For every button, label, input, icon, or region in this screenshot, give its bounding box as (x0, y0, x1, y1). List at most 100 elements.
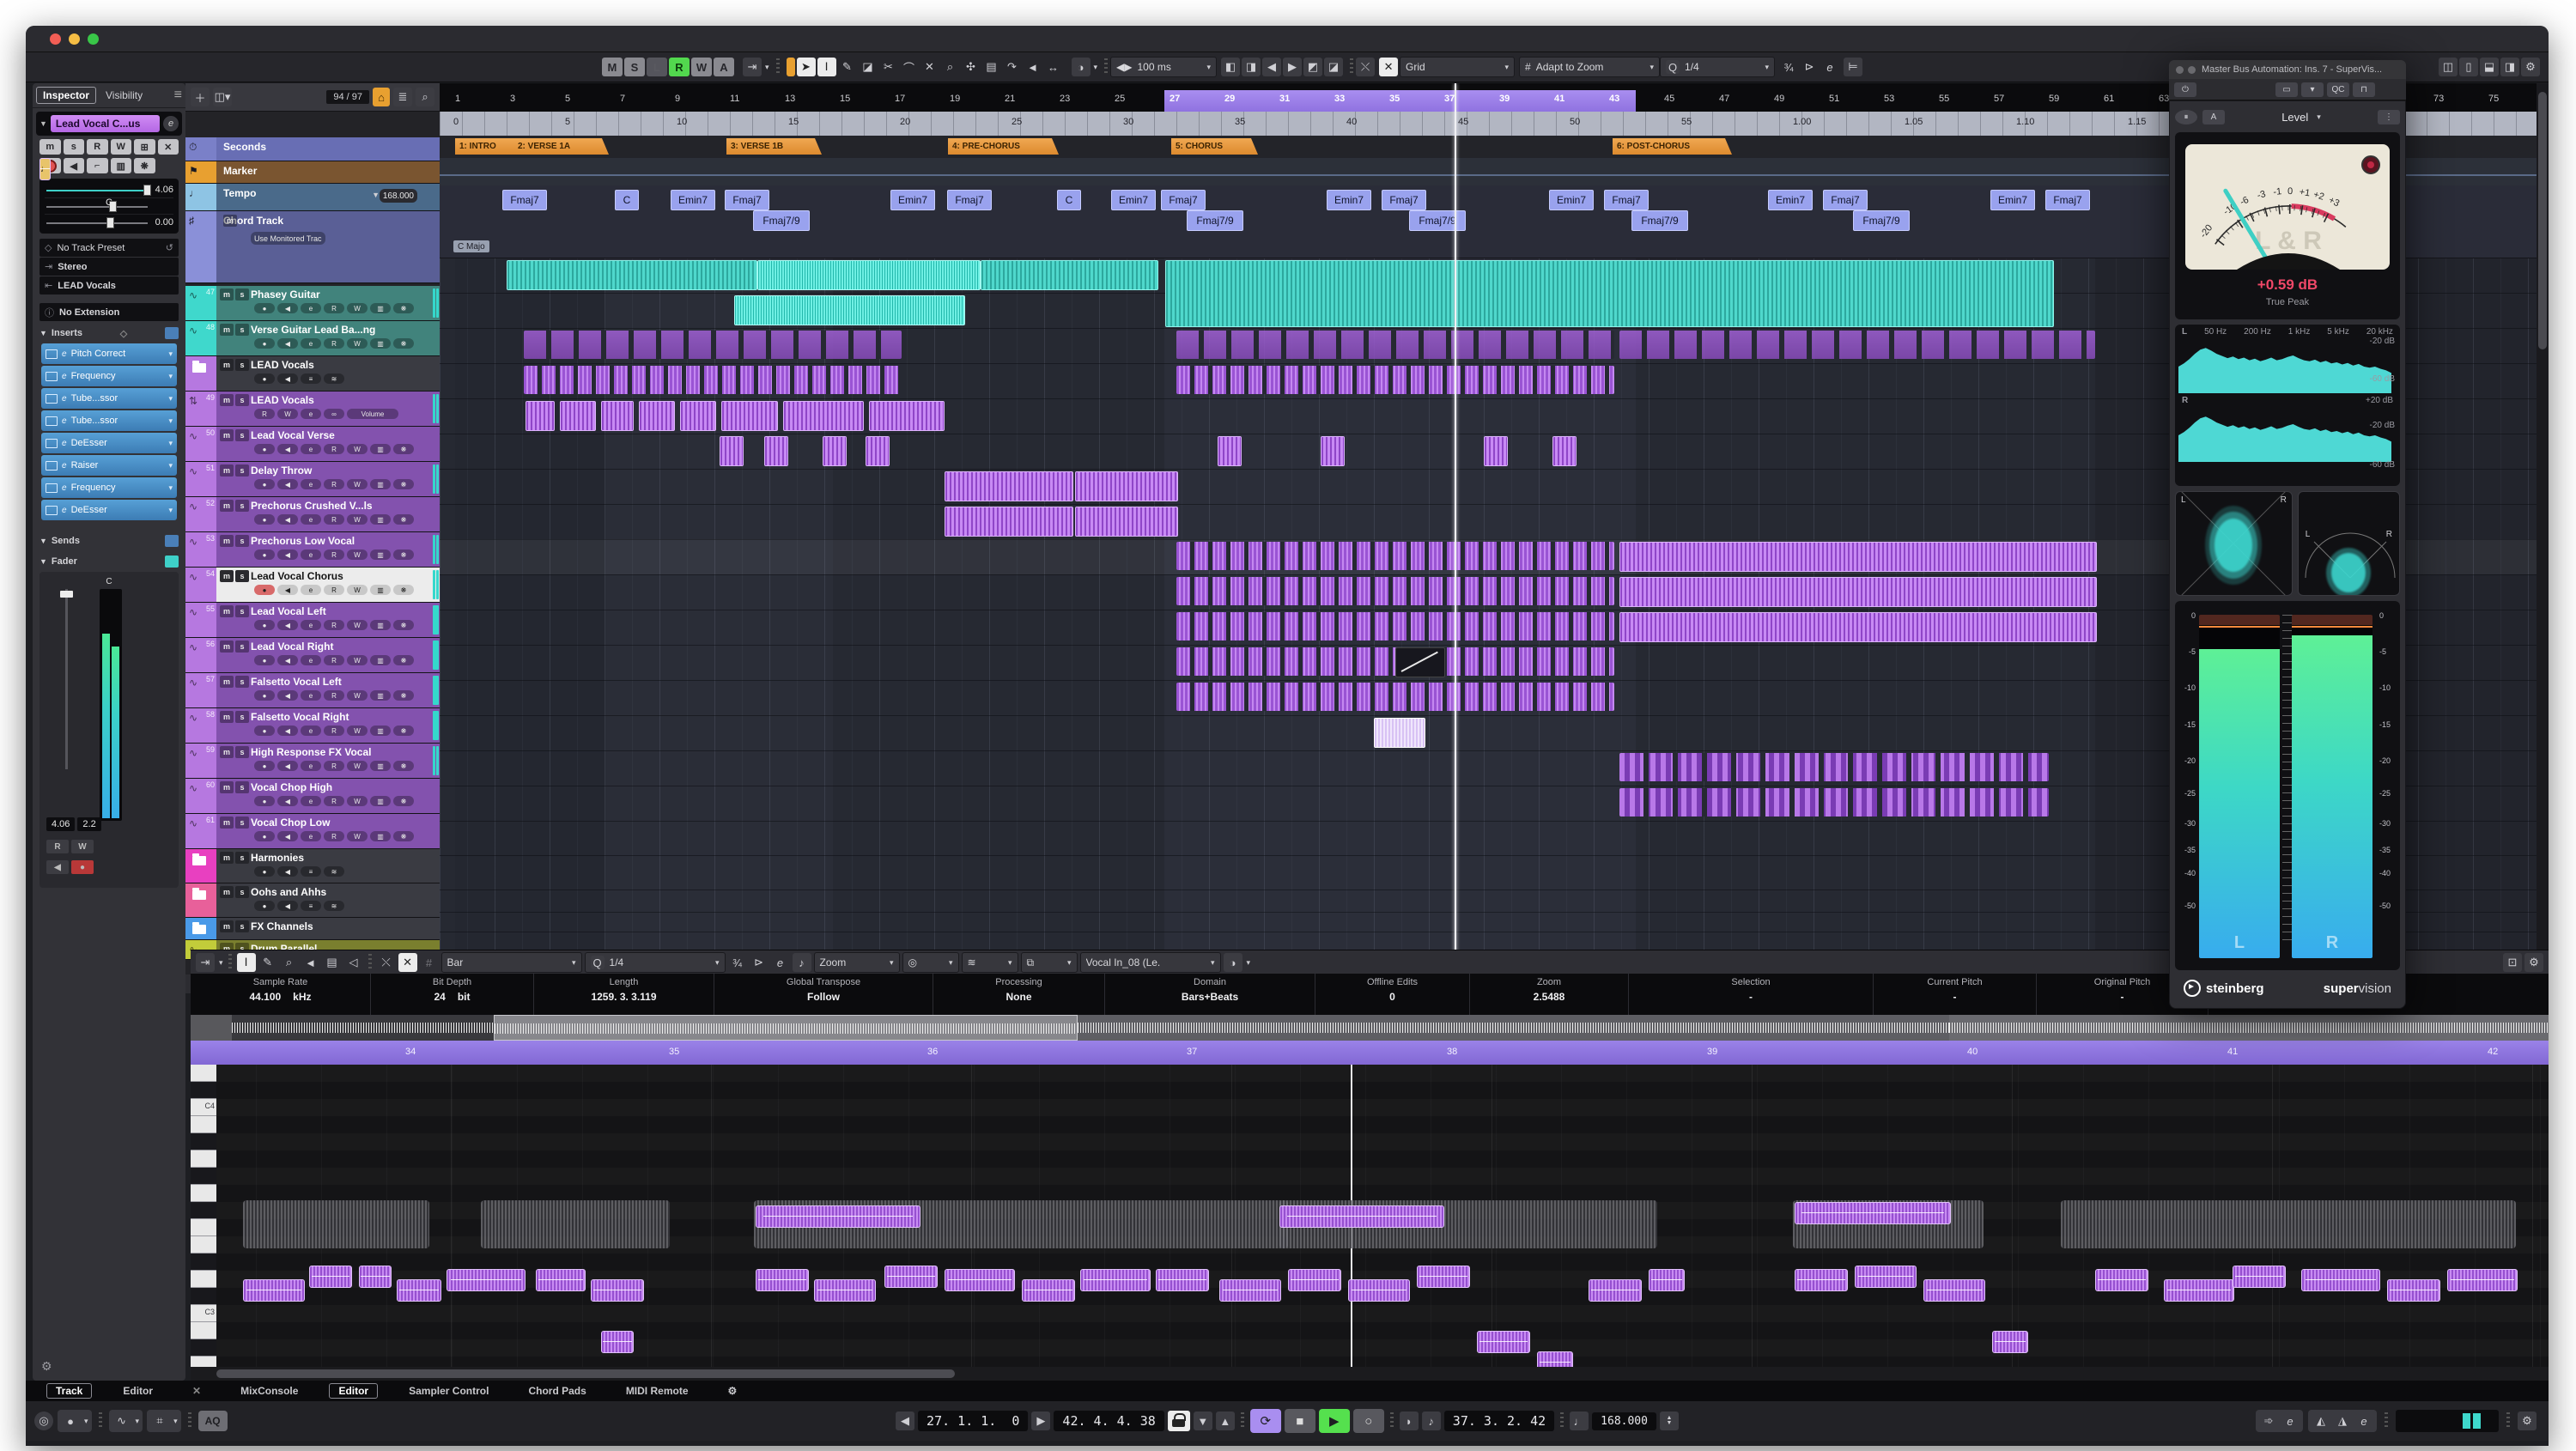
editor-color-menu-icon[interactable]: ◑ (1224, 953, 1242, 972)
write-button[interactable]: W (347, 585, 368, 595)
volume-slider[interactable]: 4.06 (45, 182, 173, 198)
freeze-icon[interactable]: ❋ (393, 585, 414, 595)
tempo-value[interactable]: 168.000 (380, 189, 417, 203)
read-button[interactable]: R (324, 655, 344, 665)
lanes-icon[interactable]: ▥ (370, 690, 391, 701)
sync-icon[interactable]: ➾ (2259, 1412, 2278, 1430)
mute-button[interactable]: m (220, 641, 234, 653)
automation-w-button[interactable]: W (691, 58, 712, 76)
fader-peak-value[interactable]: 2.2 (77, 817, 100, 831)
lanes-icon[interactable]: ▥ (370, 831, 391, 841)
piano-white-key[interactable] (191, 1185, 216, 1202)
lanes-icon[interactable]: ▥ (370, 726, 391, 736)
chord-event[interactable]: Fmaj7 (1604, 190, 1649, 210)
freeze-icon[interactable]: ❋ (393, 479, 414, 489)
iterative-quantize-icon[interactable]: ¾ (1779, 58, 1798, 76)
read-button[interactable]: R (324, 303, 344, 313)
folder-icon[interactable] (185, 849, 216, 883)
audio-clip[interactable] (721, 401, 778, 431)
input-routing-row[interactable]: ⇥Stereo (39, 258, 179, 276)
collapse-arrow-icon[interactable]: ▼ (39, 119, 47, 128)
selected-track-name[interactable]: Lead Vocal C...us (51, 115, 160, 132)
read-button[interactable]: R (324, 549, 344, 560)
lanes-icon[interactable]: ▥ (370, 514, 391, 525)
track-row-61[interactable]: ∿61msVocal Chop Low●◀eRW▥❋ (185, 814, 440, 849)
write-button[interactable]: W (347, 726, 368, 736)
mute-button[interactable]: m (220, 535, 234, 547)
audio-clip[interactable] (866, 436, 890, 466)
solo-button[interactable]: s (235, 676, 249, 688)
solo-button[interactable]: s (235, 464, 249, 477)
read-button[interactable]: R (324, 338, 344, 349)
color-menu-caret-icon[interactable]: ▾ (1094, 63, 1098, 72)
track-row-59[interactable]: ∿59msHigh Response FX Vocal●◀eRW▥❋ (185, 744, 440, 779)
open-quantize-panel-icon[interactable]: ⊳ (1800, 58, 1819, 76)
variaudio-note-segment[interactable] (2447, 1269, 2518, 1291)
variaudio-note-segment[interactable] (814, 1279, 876, 1302)
audio-clip[interactable] (869, 401, 945, 431)
read-button[interactable]: R (324, 690, 344, 701)
audio-record-mode-icon[interactable]: ∿ (112, 1412, 131, 1430)
metronome-settings-icon[interactable]: e (2354, 1412, 2373, 1430)
lanes-icon[interactable]: ▥ (370, 549, 391, 560)
insert-slot-8[interactable]: eDeEsser▾ (41, 500, 177, 520)
insert-slot-2[interactable]: eFrequency▾ (41, 366, 177, 386)
automation-m-button[interactable]: M (602, 58, 623, 76)
editor-settings-icon[interactable]: ⚙ (2524, 953, 2543, 972)
auto-crossfade-icon[interactable]: ⤬ (1356, 58, 1375, 76)
insert-edit-icon[interactable]: e (62, 506, 67, 515)
insert-bypass-icon[interactable] (46, 506, 58, 515)
write-button[interactable]: W (347, 620, 368, 630)
variaudio-note-segment[interactable] (945, 1269, 1015, 1291)
solo-button[interactable]: s (235, 394, 249, 406)
editor-quantize-dropdown[interactable]: Q 1/4▾ (585, 952, 726, 973)
track-row-lead-vocals[interactable]: msLEAD Vocals●◀≡≋ (185, 356, 440, 392)
mute-button[interactable]: m (220, 746, 234, 758)
insert-bypass-icon[interactable] (46, 349, 58, 359)
count-in-icon[interactable]: ◭ (2312, 1412, 2330, 1430)
read-button[interactable]: R (324, 796, 344, 806)
inserts-section-header[interactable]: ▼Inserts ◇ (39, 325, 179, 342)
object-selection-tool-icon[interactable]: ➤ (797, 58, 816, 76)
write-button[interactable]: W (347, 655, 368, 665)
marker-event[interactable]: 3: VERSE 1B (726, 138, 822, 155)
edit-channel-icon[interactable]: e (1820, 58, 1839, 76)
chord-event[interactable]: Emin7 (1990, 190, 2035, 210)
edit-icon[interactable]: e (301, 620, 321, 630)
editor-open-in-window-icon[interactable]: ⊡ (2503, 953, 2522, 972)
chord-event[interactable]: Fmaj7 (947, 190, 992, 210)
variaudio-note-segment[interactable] (1795, 1202, 1951, 1224)
record-button[interactable]: ● (254, 585, 275, 595)
audio-clip[interactable] (1619, 331, 2095, 359)
variaudio-note-segment[interactable] (397, 1279, 441, 1302)
audio-clip[interactable] (720, 436, 744, 466)
chord-event[interactable]: C (615, 190, 639, 210)
track-row-48[interactable]: ∿48msVerse Guitar Lead Ba...ng●◀eRW▥❋ (185, 321, 440, 356)
piano-white-key[interactable] (191, 1219, 216, 1236)
fader-section-header[interactable]: ▼Fader (39, 553, 179, 570)
editor-hscrollbar-thumb[interactable] (216, 1369, 955, 1378)
audio-clip[interactable] (1552, 436, 1577, 466)
solo-button[interactable]: s (235, 288, 249, 301)
piano-white-key[interactable] (191, 1271, 216, 1288)
fader-monitor-button[interactable]: ◀ (46, 860, 69, 874)
punch-out-icon[interactable]: ▲ (1216, 1412, 1235, 1430)
editor-pitch-snap-dropdown[interactable]: ◎▾ (902, 952, 959, 973)
supervision-plugin-window[interactable]: Master Bus Automation: Ins. 7 - SuperVis… (2169, 60, 2406, 1013)
audio-clip[interactable] (1176, 577, 1614, 605)
insert-bypass-icon[interactable] (46, 372, 58, 381)
monitor-button[interactable]: ◀ (277, 338, 298, 349)
write-automation-button[interactable]: W (71, 840, 94, 853)
insert-edit-icon[interactable]: e (62, 349, 67, 359)
plugin-titlebar[interactable]: Master Bus Automation: Ins. 7 - SuperVis… (2169, 60, 2406, 79)
chord-event[interactable]: Fmaj7 (502, 190, 547, 210)
insert-slot-5[interactable]: eDeEsser▾ (41, 433, 177, 453)
range-selection-tool-icon[interactable]: Ⅰ (817, 58, 836, 76)
insert-select-caret-icon[interactable]: ▾ (168, 483, 173, 493)
insert-bypass-icon[interactable] (46, 483, 58, 493)
edit-icon[interactable]: e (301, 831, 321, 841)
right-locator-display[interactable]: 42. 4. 4. 38 (1054, 1411, 1163, 1431)
track-row-51[interactable]: ∿51msDelay Throw●◀eRW▥❋ (185, 462, 440, 497)
read-button[interactable]: R (324, 585, 344, 595)
chord-event[interactable]: Fmaj7 (2045, 190, 2090, 210)
